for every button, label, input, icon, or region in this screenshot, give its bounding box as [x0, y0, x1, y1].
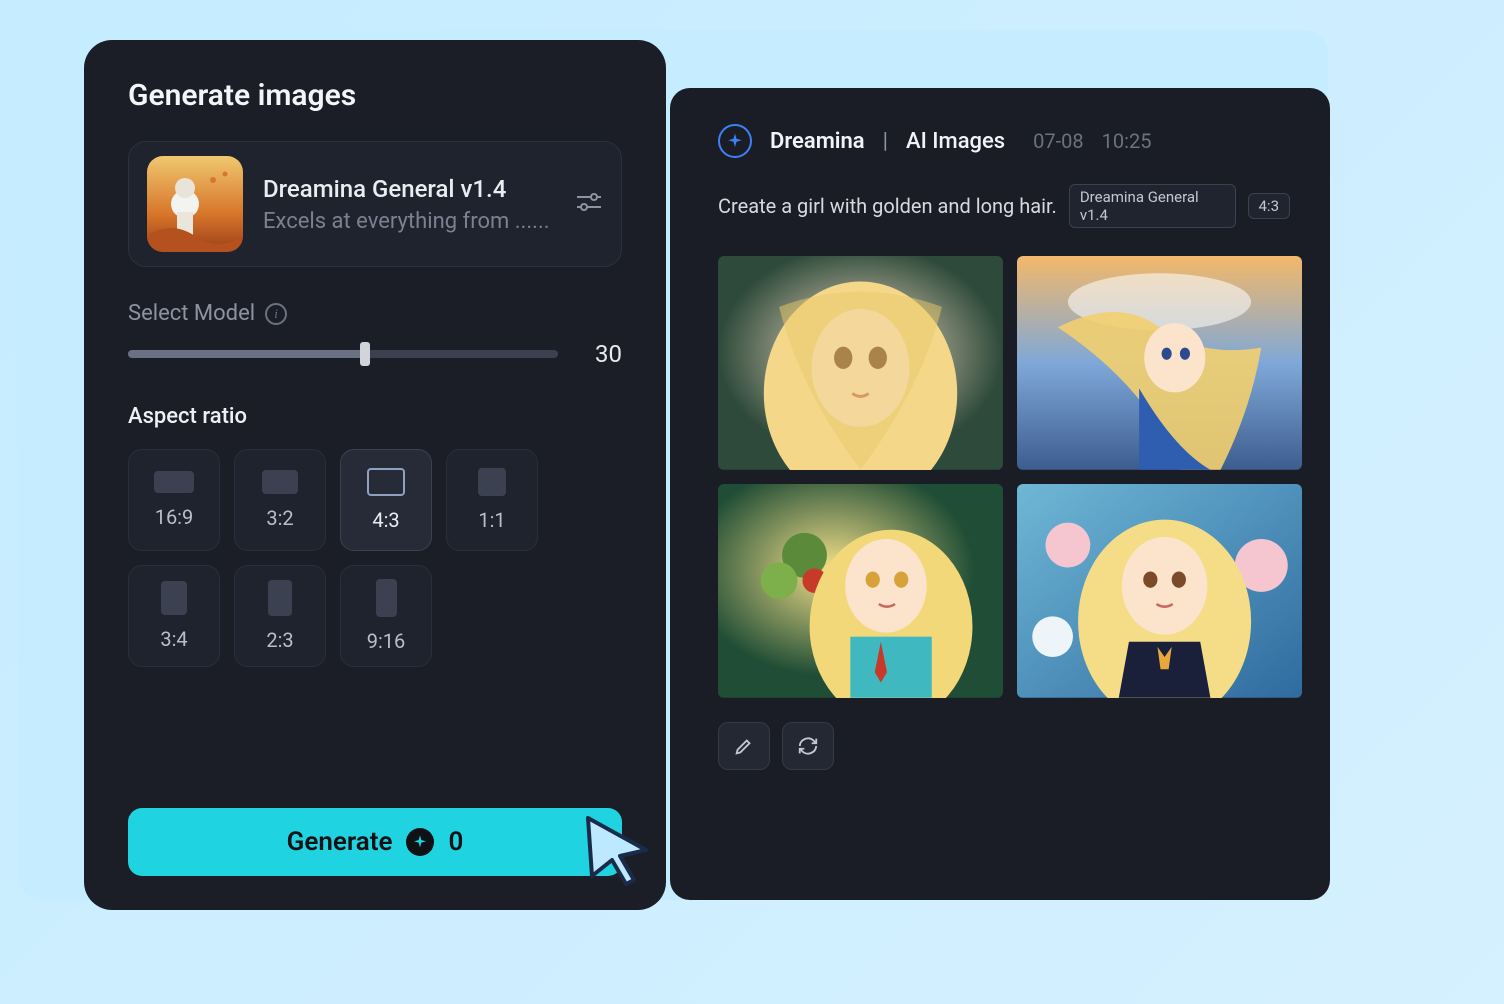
generate-count: 0: [448, 827, 463, 857]
generated-image-2[interactable]: [1017, 256, 1302, 470]
model-tag: Dreamina General v1.4: [1069, 184, 1236, 228]
slider-thumb[interactable]: [360, 342, 370, 366]
aspect-4-3[interactable]: 4:3: [340, 449, 432, 551]
settings-panel: Generate images Dreamina General v1.4 Ex…: [84, 40, 666, 910]
aspect-1-1[interactable]: 1:1: [446, 449, 538, 551]
aspect-3-4[interactable]: 3:4: [128, 565, 220, 667]
generated-image-1[interactable]: [718, 256, 1003, 470]
aspect-9-16[interactable]: 9:16: [340, 565, 432, 667]
aspect-ratio-grid: 16:9 3:2 4:3 1:1 3:4 2:3 9:16: [128, 449, 622, 667]
edit-button[interactable]: [718, 722, 770, 770]
generation-date: 07-08: [1033, 129, 1084, 153]
aspect-16-9[interactable]: 16:9: [128, 449, 220, 551]
model-name: Dreamina General v1.4: [263, 175, 555, 203]
results-panel: Dreamina | AI Images 07-08 10:25 Create …: [670, 88, 1330, 900]
model-text: Dreamina General v1.4 Excels at everythi…: [263, 175, 555, 234]
select-model-label: Select Model: [128, 301, 255, 326]
settings-icon[interactable]: [575, 190, 603, 218]
select-model-row: Select Model i: [128, 301, 622, 326]
model-slider-row: 30: [128, 340, 622, 368]
image-grid: [718, 256, 1302, 698]
prompt-text: Create a girl with golden and long hair.: [718, 194, 1057, 218]
model-description: Excels at everything from ......: [263, 209, 555, 234]
prompt-row: Create a girl with golden and long hair.…: [718, 184, 1290, 228]
generated-image-4[interactable]: [1017, 484, 1302, 698]
model-selector[interactable]: Dreamina General v1.4 Excels at everythi…: [128, 141, 622, 267]
ratio-tag: 4:3: [1248, 193, 1291, 219]
panel-title: Generate images: [128, 78, 622, 113]
app-section: AI Images: [906, 129, 1005, 154]
sparkle-icon: [718, 124, 752, 158]
generated-image-3[interactable]: [718, 484, 1003, 698]
generation-time: 10:25: [1102, 129, 1152, 153]
generate-button[interactable]: Generate 0: [128, 808, 622, 876]
slider-value: 30: [582, 340, 622, 368]
aspect-3-2[interactable]: 3:2: [234, 449, 326, 551]
aspect-ratio-label: Aspect ratio: [128, 404, 622, 429]
model-slider[interactable]: [128, 350, 558, 358]
slider-fill: [128, 350, 365, 358]
model-thumbnail: [147, 156, 243, 252]
app-name: Dreamina: [770, 129, 865, 154]
sparkle-icon: [406, 828, 434, 856]
generate-label: Generate: [287, 827, 393, 857]
aspect-2-3[interactable]: 2:3: [234, 565, 326, 667]
separator: |: [883, 129, 888, 154]
result-actions: [718, 722, 1290, 770]
regenerate-button[interactable]: [782, 722, 834, 770]
results-header: Dreamina | AI Images 07-08 10:25: [718, 124, 1290, 158]
info-icon[interactable]: i: [265, 303, 287, 325]
